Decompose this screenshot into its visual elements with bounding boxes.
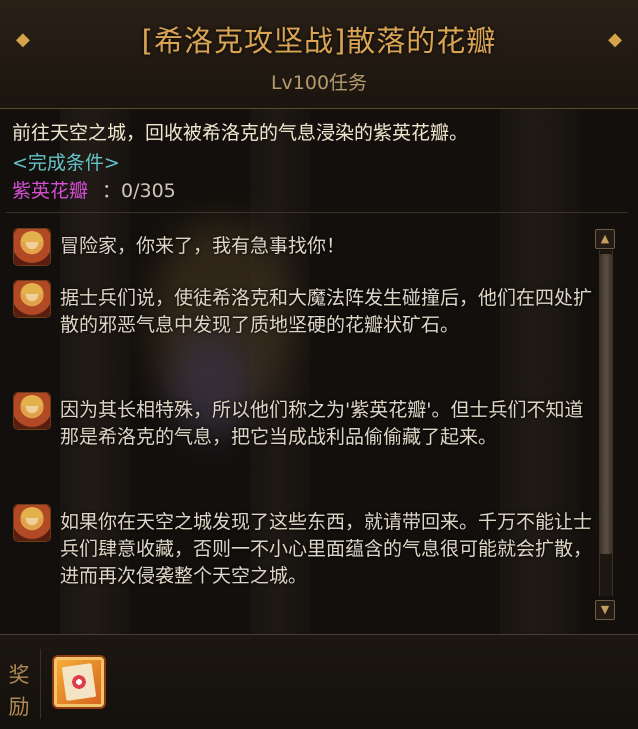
flower-icon — [71, 674, 87, 690]
condition-title: <完成条件> — [12, 152, 120, 174]
diamond-ornament-icon: ◆ — [608, 29, 622, 50]
dialogue-panel: 冒险家，你来了，我有急事找你！ 据士兵们说，使徒希洛克和大魔法阵发生碰撞后，他们… — [6, 212, 628, 625]
condition-item-count: ：0/305 — [102, 180, 176, 202]
dialogue-text: 如果你在天空之城发现了这些东西，就请带回来。千万不能让士兵们肆意收藏，否则一不小… — [60, 511, 593, 587]
npc-portrait-icon — [14, 281, 50, 317]
quest-level: Lv100任务 — [270, 72, 368, 94]
scrollbar-track[interactable] — [599, 250, 613, 596]
reward-label: 奖励 — [8, 663, 30, 719]
quest-objective: 前往天空之城，回收被希洛克的气息浸染的紫英花瓣。 — [12, 122, 469, 144]
reward-divider — [40, 649, 41, 719]
dialogue-text: 冒险家，你来了，我有急事找你！ — [60, 235, 346, 257]
quest-title: [希洛克攻坚战]散落的花瓣 — [141, 24, 497, 58]
dialogue-text: 因为其长相特殊，所以他们称之为'紫英花瓣'。但士兵们不知道那是希洛克的气息，把它… — [60, 399, 584, 448]
npc-portrait-icon — [14, 505, 50, 541]
condition-item-name[interactable]: 紫英花瓣 — [12, 180, 88, 202]
scroll-up-button[interactable]: ▲ — [595, 229, 615, 249]
dialogue-text: 据士兵们说，使徒希洛克和大魔法阵发生碰撞后，他们在四处扩散的邪恶气息中发现了质地… — [60, 287, 593, 336]
quest-header: ◆ [希洛克攻坚战]散落的花瓣 Lv100任务 ◆ — [0, 0, 638, 109]
condition-row: 紫英花瓣 ：0/305 — [12, 176, 176, 203]
scrollbar-thumb[interactable] — [600, 254, 612, 554]
npc-portrait-icon — [14, 393, 50, 429]
scroll-down-button[interactable]: ▼ — [595, 600, 615, 620]
npc-portrait-icon — [14, 229, 50, 265]
reward-box-icon[interactable] — [54, 657, 104, 707]
reward-panel: 奖励 — [0, 634, 638, 729]
